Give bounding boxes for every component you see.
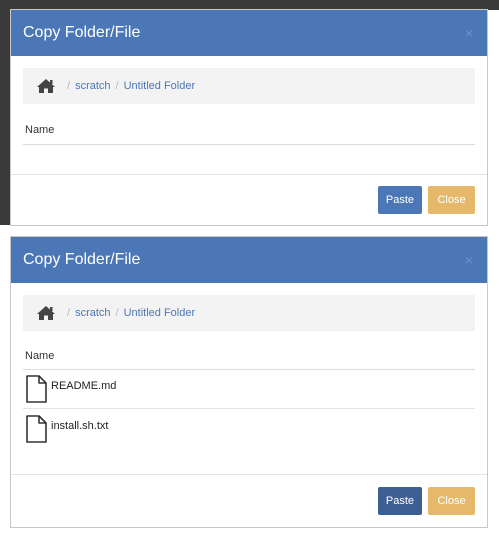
close-x-icon[interactable]: ×: [465, 253, 473, 267]
breadcrumb-separator: /: [115, 80, 119, 92]
backdrop-left: [0, 10, 10, 225]
home-icon[interactable]: [36, 305, 56, 321]
paste-button[interactable]: Paste: [378, 487, 422, 515]
breadcrumb-separator: /: [67, 80, 71, 92]
copy-dialog-empty: Copy Folder/File × / scratch / Untitled …: [10, 9, 488, 226]
breadcrumb-item-untitled-folder[interactable]: Untitled Folder: [124, 80, 196, 92]
copy-dialog-files: Copy Folder/File × / scratch / Untitled …: [10, 236, 488, 528]
breadcrumb: / scratch / Untitled Folder: [23, 295, 475, 331]
close-button[interactable]: Close: [428, 487, 475, 515]
breadcrumb: / scratch / Untitled Folder: [23, 68, 475, 104]
paste-button[interactable]: Paste: [378, 186, 422, 214]
breadcrumb-item-scratch[interactable]: scratch: [75, 307, 110, 319]
modal-body: / scratch / Untitled Folder Name: [11, 56, 487, 145]
breadcrumb-separator: /: [67, 307, 71, 319]
file-row-install[interactable]: install.sh.txt: [23, 409, 475, 448]
name-column-header: Name: [23, 346, 475, 370]
modal-header: Copy Folder/File ×: [11, 237, 487, 283]
modal-header: Copy Folder/File ×: [11, 10, 487, 56]
file-icon: [25, 414, 47, 443]
home-icon[interactable]: [36, 78, 56, 94]
modal-title: Copy Folder/File: [23, 24, 141, 41]
file-list: README.md install.sh.txt: [23, 370, 475, 448]
modal-footer: Paste Close: [11, 474, 487, 527]
breadcrumb-separator: /: [115, 307, 119, 319]
breadcrumb-item-scratch[interactable]: scratch: [75, 80, 110, 92]
modal-body: / scratch / Untitled Folder Name README.…: [11, 283, 487, 448]
file-name: README.md: [51, 380, 117, 392]
close-button[interactable]: Close: [428, 186, 475, 214]
file-name: install.sh.txt: [51, 419, 109, 432]
breadcrumb-item-untitled-folder[interactable]: Untitled Folder: [124, 307, 196, 319]
modal-footer: Paste Close: [11, 174, 487, 225]
close-x-icon[interactable]: ×: [465, 26, 473, 40]
name-column-header: Name: [23, 120, 475, 145]
file-row-readme[interactable]: README.md: [23, 370, 475, 409]
modal-title: Copy Folder/File: [23, 251, 141, 268]
file-icon: [25, 375, 47, 403]
